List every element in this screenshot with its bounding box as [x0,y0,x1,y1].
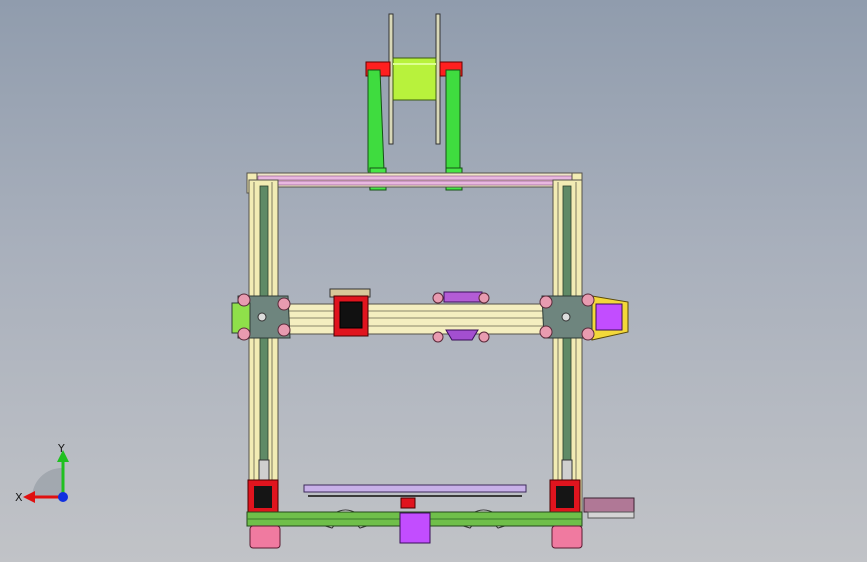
left-vertical-extrusion[interactable] [248,179,279,516]
printer-model[interactable] [0,0,867,562]
right-vertical-extrusion[interactable] [552,179,583,516]
spool-flange-right [435,13,441,145]
foot-left [249,525,281,549]
right-z-carriage[interactable] [539,293,629,341]
z-axis-dot [58,492,68,502]
y-stepper-motor [399,512,431,544]
control-box [583,497,635,513]
base-assembly[interactable] [246,479,635,549]
spool-holder[interactable] [365,13,463,191]
spool-flange-left [388,13,394,145]
cad-viewport[interactable]: Y X [0,0,867,562]
x-gantry[interactable] [231,288,629,343]
axis-triad: Y X [15,442,69,504]
extruder-assembly[interactable] [329,288,371,337]
left-z-carriage[interactable] [231,293,291,341]
y-axis-label: Y [57,442,65,455]
heat-bed [303,484,527,493]
x-stepper-motor [595,303,623,331]
foot-right [551,525,583,549]
top-frame-rail[interactable] [246,172,583,194]
x-axis-label: X [15,491,23,504]
